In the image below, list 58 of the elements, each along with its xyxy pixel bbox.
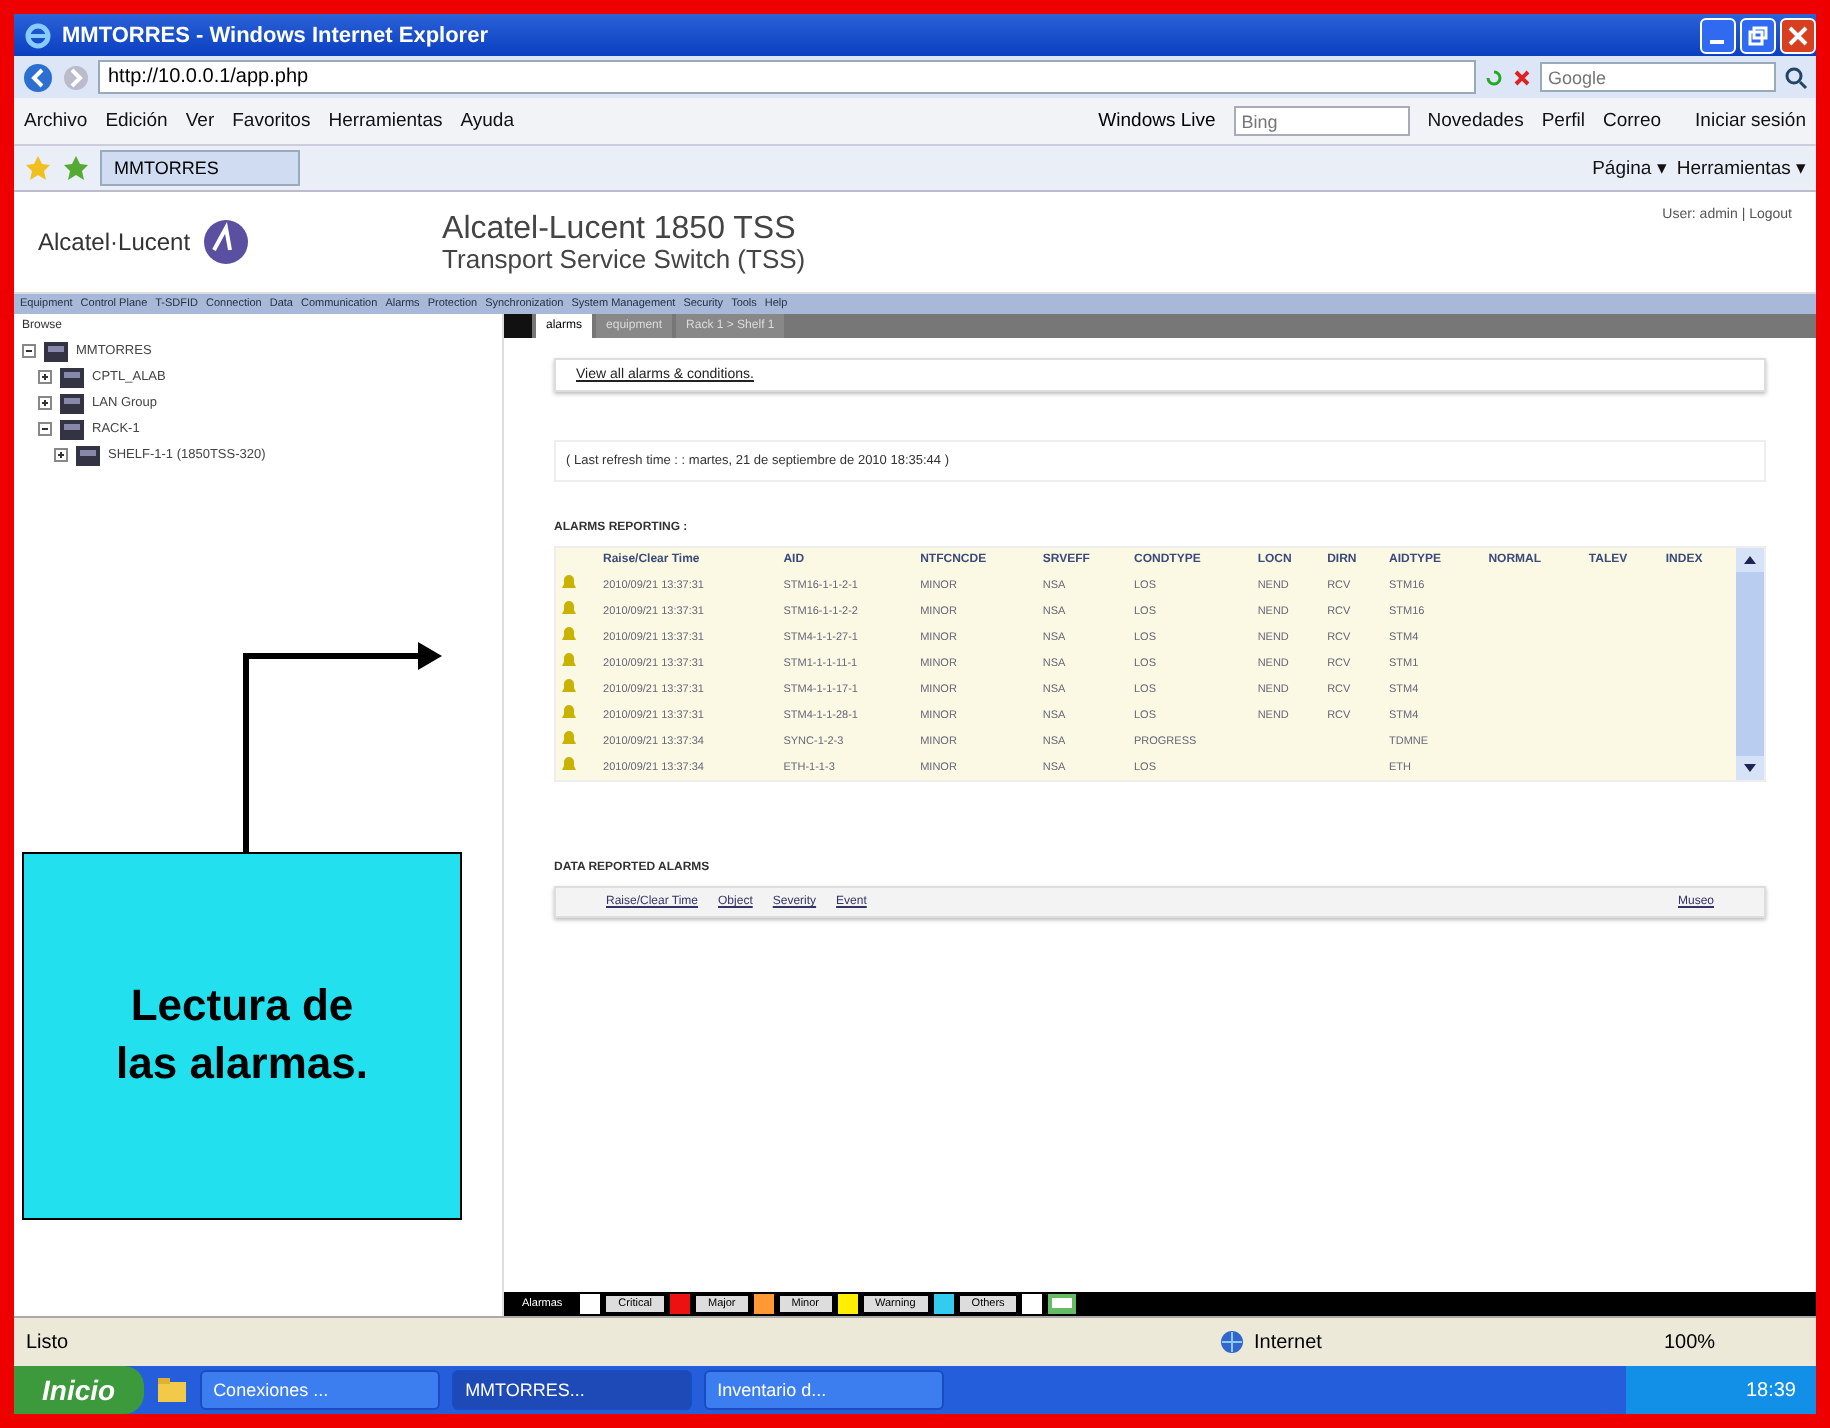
search-icon[interactable] [1784, 65, 1808, 89]
globe-icon [1220, 1330, 1244, 1354]
menu-item[interactable]: Archivo [24, 110, 88, 132]
scroll-up-icon[interactable] [1742, 552, 1758, 568]
minimize-button[interactable] [1700, 17, 1736, 53]
browser-icon [24, 21, 52, 49]
expander-icon[interactable] [22, 344, 36, 358]
taskbar-button[interactable]: Inventario d... [703, 1370, 944, 1410]
toolbar-link[interactable]: Perfil [1541, 110, 1585, 132]
clock: 18:39 [1625, 1366, 1816, 1414]
address-field[interactable]: http://10.0.0.1/app.php [98, 60, 1476, 94]
close-icon[interactable] [1788, 25, 1808, 45]
logo: Alcatel·Lucent [38, 228, 191, 256]
menu-item[interactable]: Ayuda [460, 110, 514, 132]
product-title: Alcatel-Lucent 1850 TSS [442, 213, 798, 245]
stop-button[interactable] [1512, 67, 1532, 87]
tab-icon [504, 314, 532, 338]
expander-icon[interactable] [38, 370, 52, 384]
zoom-level[interactable]: 100% [1664, 1331, 1804, 1353]
device-icon [58, 417, 86, 441]
back-button[interactable] [22, 61, 54, 93]
taskbar-button[interactable]: Conexiones ... [199, 1370, 440, 1410]
product-subtitle: Transport Service Switch (TSS) [442, 245, 806, 271]
star-icon[interactable] [24, 154, 52, 182]
restore-icon[interactable] [1748, 25, 1768, 45]
search-field[interactable]: Google [1540, 62, 1776, 92]
menu-item[interactable]: Edición [105, 110, 168, 132]
security-zone: Internet [1254, 1331, 1324, 1353]
menu-item[interactable]: Herramientas [328, 110, 443, 132]
toolbar-link[interactable]: Novedades [1427, 110, 1524, 132]
scroll-down-icon[interactable] [1742, 760, 1758, 776]
close-button[interactable] [1780, 17, 1816, 53]
star-icon[interactable] [62, 154, 90, 182]
folder-icon[interactable] [155, 1376, 188, 1404]
logo-icon [202, 218, 251, 266]
search-field[interactable]: Bing [1233, 106, 1410, 136]
sign-in-link[interactable]: Iniciar sesión [1695, 110, 1806, 132]
command-menu[interactable]: Herramientas ▾ [1676, 156, 1806, 180]
device-icon [58, 365, 86, 389]
callout-text: Lectura de las alarmas. [114, 978, 370, 1092]
device-icon [74, 443, 102, 467]
device-icon [58, 391, 86, 415]
taskbar-button[interactable]: MMTORRES... [451, 1370, 692, 1410]
toolbar-link[interactable]: Correo [1603, 110, 1662, 132]
start-button[interactable]: Inicio [14, 1366, 144, 1414]
menu-item[interactable]: Favoritos [232, 110, 311, 132]
device-icon [42, 339, 70, 363]
status-text: Listo [26, 1331, 69, 1353]
expander-icon[interactable] [54, 448, 68, 462]
scrollbar[interactable] [1736, 548, 1764, 780]
expander-icon[interactable] [38, 396, 52, 410]
windows-live-link[interactable]: Windows Live [1098, 110, 1216, 132]
window-title: MMTORRES - Windows Internet Explorer [62, 23, 488, 47]
menu-item[interactable]: Ver [185, 110, 215, 132]
expander-icon[interactable] [38, 422, 52, 436]
restore-button[interactable] [1740, 17, 1776, 53]
command-menu[interactable]: Página ▾ [1592, 156, 1667, 180]
browser-tab[interactable]: MMTORRES [100, 150, 301, 186]
